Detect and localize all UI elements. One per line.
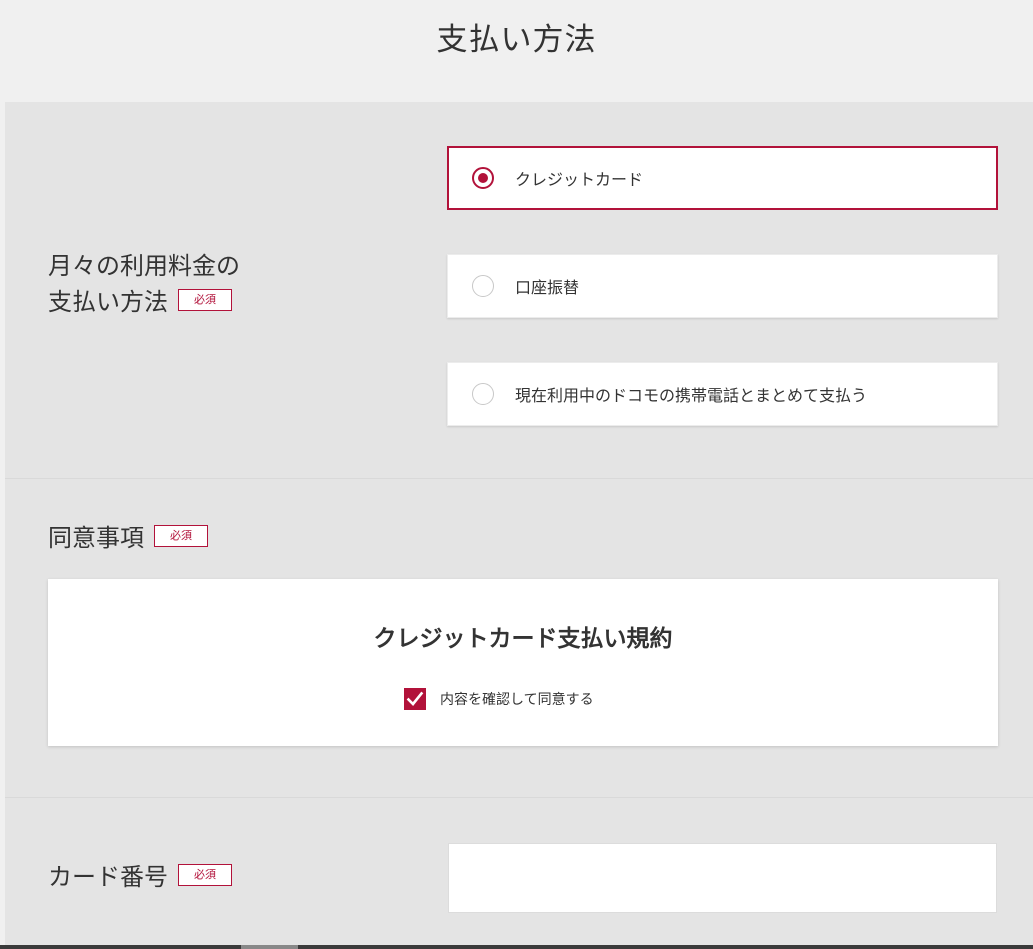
section-divider: [5, 478, 1033, 479]
title-band: 支払い方法: [0, 0, 1033, 102]
terms-box: クレジットカード支払い規約 内容を確認して同意する: [48, 579, 998, 746]
payment-method-label: 月々の利用料金の 支払い方法 必須: [48, 248, 240, 320]
horizontal-scrollbar[interactable]: [0, 945, 1033, 949]
payment-method-label-line2-row: 支払い方法 必須: [48, 284, 240, 320]
payment-method-label-line2: 支払い方法: [48, 288, 168, 316]
consent-label-row: 同意事項 必須: [48, 520, 208, 556]
radio-unselected-icon[interactable]: [472, 383, 494, 405]
page-title: 支払い方法: [436, 22, 597, 58]
payment-option-docomo-combined[interactable]: 現在利用中のドコモの携帯電話とまとめて支払う: [447, 362, 998, 426]
radio-dot: [478, 173, 488, 183]
card-number-label-row: カード番号 必須: [48, 859, 232, 895]
payment-option-label: 口座振替: [515, 278, 580, 297]
payment-option-bank-transfer[interactable]: 口座振替: [447, 254, 998, 318]
payment-option-label: 現在利用中のドコモの携帯電話とまとめて支払う: [515, 386, 868, 405]
payment-method-label-line1: 月々の利用料金の: [48, 252, 240, 280]
payment-option-credit-card[interactable]: クレジットカード: [447, 146, 998, 210]
agree-checkbox-row[interactable]: 内容を確認して同意する: [404, 688, 594, 710]
required-badge: 必須: [178, 864, 232, 886]
required-badge: 必須: [178, 289, 232, 311]
required-badge: 必須: [154, 525, 208, 547]
agree-label: 内容を確認して同意する: [440, 692, 594, 708]
card-number-input[interactable]: [448, 843, 997, 913]
radio-selected-icon[interactable]: [472, 167, 494, 189]
section-divider: [5, 797, 1033, 798]
consent-label: 同意事項: [48, 524, 144, 552]
payment-option-label: クレジットカード: [515, 170, 644, 189]
radio-unselected-icon[interactable]: [472, 275, 494, 297]
scrollbar-thumb[interactable]: [241, 945, 298, 949]
card-number-label: カード番号: [48, 863, 168, 891]
agree-checkbox[interactable]: [404, 688, 426, 710]
terms-title: クレジットカード支払い規約: [373, 626, 673, 652]
checkmark-icon: [406, 691, 424, 706]
